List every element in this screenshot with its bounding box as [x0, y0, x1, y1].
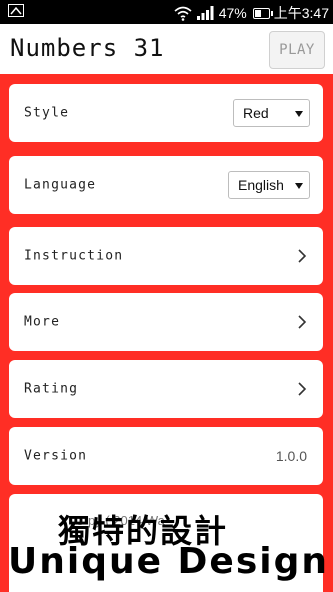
chevron-right-icon: [298, 315, 307, 329]
app-bar: Numbers 31 PLAY: [0, 24, 333, 74]
signal-icon: [196, 6, 214, 20]
style-select[interactable]: Red: [233, 99, 310, 127]
rating-label: Rating: [24, 381, 79, 397]
language-label: Language: [24, 177, 97, 193]
version-value: 1.0.0: [275, 448, 307, 464]
page-title: Numbers 31: [10, 34, 165, 62]
chevron-right-icon: [298, 382, 307, 396]
dropdown-arrow-icon: [295, 111, 303, 117]
chevron-right-icon: [298, 249, 307, 263]
clock: 上午3:47: [273, 5, 329, 21]
language-select-value: English: [238, 177, 284, 193]
style-setting-row: Style Red: [9, 84, 323, 142]
status-right-group: 47% 上午3:47: [173, 3, 329, 23]
version-label: Version: [24, 448, 88, 464]
battery-level-fill: [254, 9, 261, 17]
status-bar: 47% 上午3:47: [0, 0, 333, 24]
battery-icon: [252, 7, 273, 19]
battery-percent: 47%: [218, 5, 247, 21]
more-label: More: [24, 314, 61, 330]
instruction-label: Instruction: [24, 248, 124, 264]
dropdown-arrow-icon: [295, 183, 303, 189]
wifi-icon: [174, 6, 192, 21]
instruction-row[interactable]: Instruction: [9, 227, 323, 285]
screenshot-notification-icon: [8, 4, 24, 17]
promo-caption-english: Unique Design: [8, 541, 330, 582]
version-row: Version 1.0.0: [9, 427, 323, 485]
play-button[interactable]: PLAY: [269, 31, 325, 69]
language-setting-row: Language English: [9, 156, 323, 214]
style-select-value: Red: [243, 105, 269, 121]
rating-row[interactable]: Rating: [9, 360, 323, 418]
more-row[interactable]: More: [9, 293, 323, 351]
language-select[interactable]: English: [228, 171, 310, 199]
style-label: Style: [24, 105, 70, 121]
